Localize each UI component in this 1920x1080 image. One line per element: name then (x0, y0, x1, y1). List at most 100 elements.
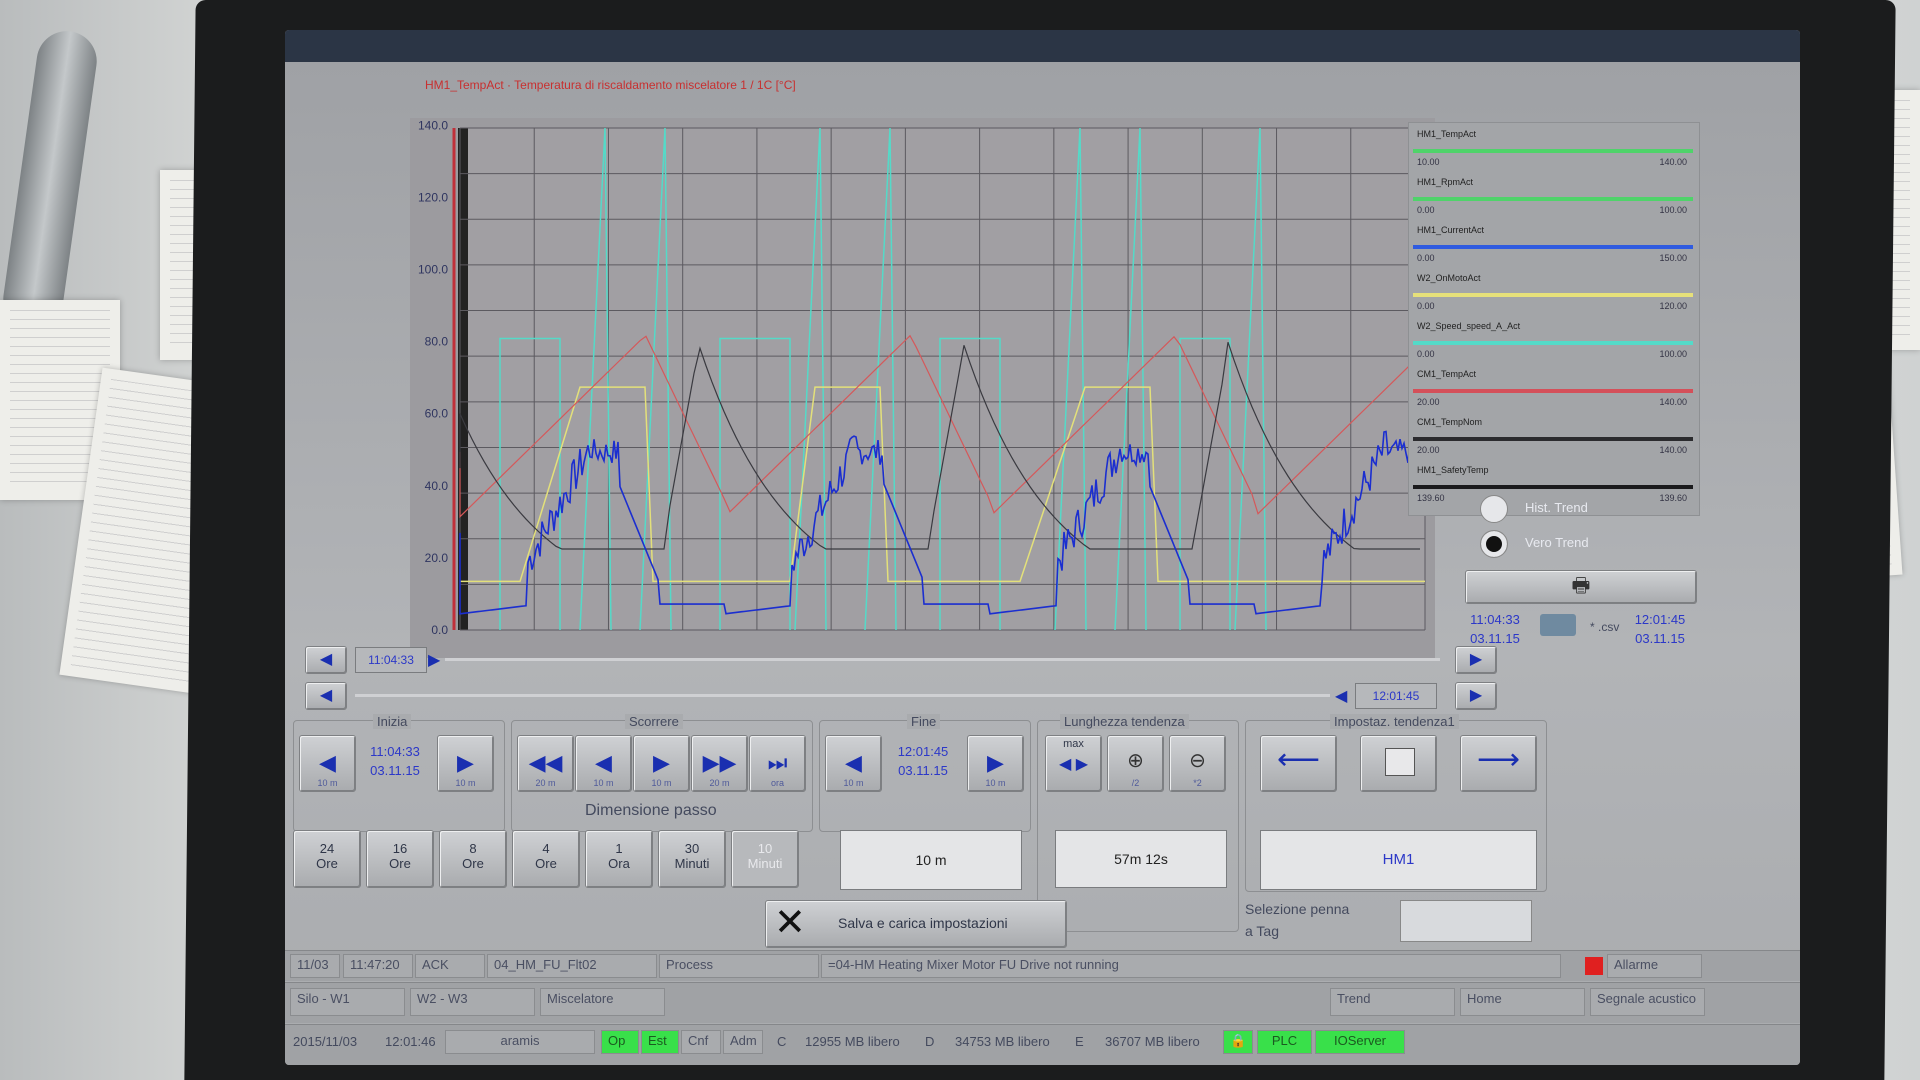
scroll-track-top[interactable] (445, 658, 1440, 661)
scorrere-fast-forward-button[interactable]: ▶▶ 20 m (691, 735, 748, 792)
scroll-track-bottom[interactable] (355, 694, 1330, 697)
legend-row[interactable]: W2_OnMotoAct 0.00 120.00 (1413, 273, 1693, 317)
step-button-1[interactable]: 16 Ore (366, 830, 434, 888)
legend-tag: HM1_RpmAct (1417, 177, 1474, 187)
alarm-code: 04_HM_FU_Flt02 (487, 954, 657, 978)
nav-trend[interactable]: Trend (1330, 988, 1455, 1016)
inizia-title: Inizia (373, 714, 412, 729)
status-adm: Adm (723, 1030, 763, 1054)
legend-min: 20.00 (1417, 397, 1440, 407)
legend-row[interactable]: HM1_CurrentAct 0.00 150.00 (1413, 225, 1693, 269)
trend-chart-svg: 0.0 20.0 40.0 60.0 80.0 100.0 120.0 140.0 (410, 118, 1435, 658)
scroll-right-button[interactable]: ▶ (1455, 646, 1497, 674)
allarme-button[interactable]: Allarme (1607, 954, 1702, 978)
legend-row[interactable]: W2_Speed_speed_A_Act 0.00 100.00 (1413, 321, 1693, 365)
legend-color-bar (1413, 149, 1693, 153)
legend-color-bar (1413, 245, 1693, 249)
scorrere-forward-button[interactable]: ▶ 10 m (633, 735, 690, 792)
step-size-value: 10 m (840, 830, 1022, 890)
y-tick-label: 80.0 (425, 335, 449, 349)
legend-min: 20.00 (1417, 445, 1440, 455)
disk-icon[interactable] (1540, 614, 1576, 636)
status-cnf: Cnf (681, 1030, 721, 1054)
legend-row[interactable]: HM1_RpmAct 0.00 100.00 (1413, 177, 1693, 221)
drive-e-free: 36707 MB libero (1105, 1034, 1200, 1049)
lock-status-icon: 🔒 (1223, 1030, 1253, 1054)
prev-pen-button[interactable]: ⟵ (1260, 735, 1337, 792)
scroll-left-arrow-icon[interactable]: ◀ (1335, 686, 1347, 706)
legend-max: 140.00 (1659, 397, 1687, 407)
step-button-3[interactable]: 4 Ore (512, 830, 580, 888)
scroll2-left-button[interactable]: ◀ (305, 682, 347, 710)
impostaz-title: Impostaz. tendenza1 (1330, 714, 1459, 729)
pen-legend: HM1_TempAct 10.00 140.00 HM1_RpmAct 0.00 100.… (1408, 122, 1700, 516)
alarm-time: 11:47:20 (343, 954, 413, 978)
legend-row[interactable]: CM1_TempNom 20.00 140.00 (1413, 417, 1693, 461)
nav-w2-w3[interactable]: W2 - W3 (410, 988, 535, 1016)
status-plc: PLC (1257, 1030, 1312, 1054)
legend-color-bar (1413, 341, 1693, 345)
scroll2-right-button[interactable]: ▶ (1455, 682, 1497, 710)
nav-silo-w1[interactable]: Silo - W1 (290, 988, 405, 1016)
nav-miscelatore[interactable]: Miscelatore (540, 988, 665, 1016)
legend-row[interactable]: HM1_TempAct 10.00 140.00 (1413, 129, 1693, 173)
window-title-bar (285, 30, 1800, 62)
legend-min: 0.00 (1417, 253, 1435, 263)
trend-settings-icon (1385, 748, 1415, 776)
print-button[interactable]: 🖶 (1465, 570, 1697, 604)
drive-c-label: C (777, 1034, 787, 1049)
legend-color-bar (1413, 293, 1693, 297)
close-x-icon: ✕ (774, 902, 806, 944)
nav-segnale-acustico[interactable]: Segnale acustico (1590, 988, 1705, 1016)
step-button-0[interactable]: 24 Ore (293, 830, 361, 888)
alarm-ack[interactable]: ACK (415, 954, 485, 978)
scroll-right-arrow-icon[interactable]: ▶ (428, 650, 440, 670)
step-button-5[interactable]: 30 Minuti (658, 830, 726, 888)
y-tick-label: 0.0 (431, 623, 448, 637)
legend-min: 139.60 (1417, 493, 1445, 503)
status-user: aramis (445, 1030, 595, 1054)
fine-datetime: 12:01:45 03.11.15 (897, 744, 949, 778)
pen-settings-button[interactable] (1360, 735, 1437, 792)
scorrere-back-button[interactable]: ◀ 10 m (575, 735, 632, 792)
step-button-4[interactable]: 1 Ora (585, 830, 653, 888)
step-button-2[interactable]: 8 Ore (439, 830, 507, 888)
fine-back-button[interactable]: ◀ 10 m (825, 735, 882, 792)
inizia-back-button[interactable]: ◀ 10 m (299, 735, 356, 792)
legend-min: 0.00 (1417, 301, 1435, 311)
zoom-out-button[interactable]: ⊖ *2 (1169, 735, 1226, 792)
legend-tag: W2_Speed_speed_A_Act (1417, 321, 1521, 331)
hist-trend-radio[interactable] (1480, 495, 1508, 523)
scorrere-now-button[interactable]: ⏭ ora (749, 735, 806, 792)
legend-max: 139.60 (1659, 493, 1687, 503)
hist-trend-label: Hist. Trend (1525, 500, 1588, 515)
max-length-button[interactable]: max ◀ ▶ (1045, 735, 1102, 792)
legend-color-bar (1413, 389, 1693, 393)
alarm-message: =04-HM Heating Mixer Motor FU Drive not … (821, 954, 1561, 978)
status-op: Op (601, 1030, 639, 1054)
legend-tag: CM1_TempAct (1417, 369, 1477, 379)
trend-plot: 0.0 20.0 40.0 60.0 80.0 100.0 120.0 140.0 (410, 118, 1435, 658)
legend-max: 140.00 (1659, 157, 1687, 167)
fine-forward-button[interactable]: ▶ 10 m (967, 735, 1024, 792)
background-pipe (0, 27, 101, 333)
pen-selection-label: Selezione penna a Tag (1245, 901, 1350, 939)
salva-button[interactable]: ✕ Salva e carica impostazioni (765, 900, 1067, 948)
pen-selection-thumbnail[interactable] (1400, 900, 1532, 942)
trend-length-value: 57m 12s (1055, 830, 1227, 888)
scorrere-fast-back-button[interactable]: ◀◀ 20 m (517, 735, 574, 792)
scroll-left-button[interactable]: ◀ (305, 646, 347, 674)
zoom-in-button[interactable]: ⊕/2 (1107, 735, 1164, 792)
legend-tag: HM1_SafetyTemp (1417, 465, 1489, 475)
legend-row[interactable]: CM1_TempAct 20.00 140.00 (1413, 369, 1693, 413)
status-est: Est (641, 1030, 679, 1054)
next-pen-button[interactable]: ⟶ (1460, 735, 1537, 792)
alarm-red-indicator (1585, 957, 1603, 975)
plot-title: HM1_TempAct · Temperatura di riscaldamen… (425, 78, 796, 92)
nav-home[interactable]: Home (1460, 988, 1585, 1016)
live-trend-radio[interactable] (1480, 530, 1508, 558)
step-button-6[interactable]: 10 Minuti (731, 830, 799, 888)
legend-tag: W2_OnMotoAct (1417, 273, 1481, 283)
y-tick-label: 40.0 (425, 479, 449, 493)
inizia-forward-button[interactable]: ▶ 10 m (437, 735, 494, 792)
